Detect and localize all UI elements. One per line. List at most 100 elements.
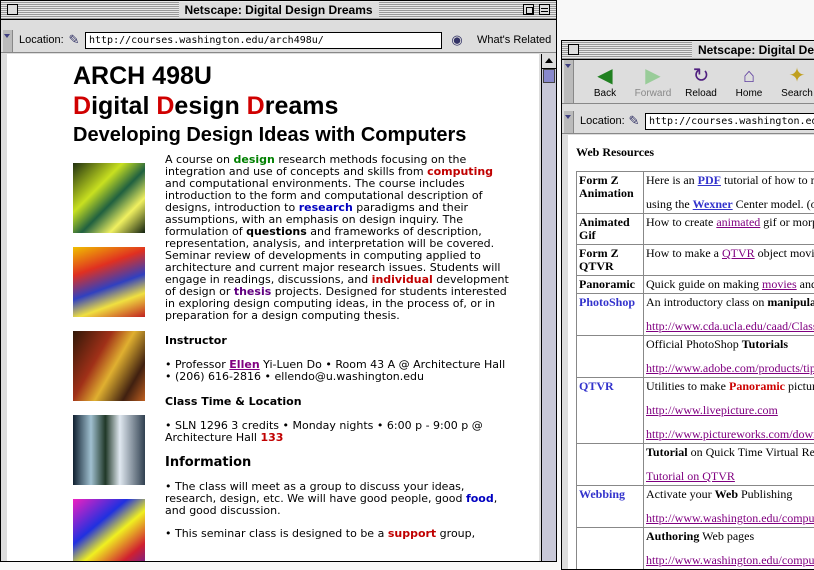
forward-arrow-icon: ▶ <box>628 64 678 88</box>
collapse-toolbar-tab[interactable] <box>3 30 13 52</box>
resource-line: http://www.livepicture.com <box>646 404 814 417</box>
text-link[interactable]: animated <box>716 215 760 229</box>
url-field[interactable]: http://courses.washington.edu/arch <box>645 113 814 130</box>
reload-button[interactable]: ↻Reload <box>676 64 726 99</box>
information-heading: Information <box>165 455 515 470</box>
resource-category: Panoramic <box>577 276 644 294</box>
text-run: Publishing <box>738 487 792 501</box>
page-content: Web Resources Form Z AnimationHere is an… <box>568 135 814 570</box>
resource-category: Webbing <box>577 486 644 528</box>
text-run: Center model. (or <box>733 197 814 211</box>
navigation-toolbar: ◀Back▶Forward↻Reload⌂Home✦Search <box>562 60 814 104</box>
resource-description: An introductory class on manipulahttp://… <box>644 294 814 336</box>
text-run: and <box>797 277 814 291</box>
table-row: WebbingActivate your Web Publishinghttp:… <box>577 486 814 528</box>
resource-description: Tutorial on Quick Time Virtual ReTutoria… <box>644 444 814 486</box>
text-run: Quick guide on making <box>646 277 762 291</box>
table-row: Form Z AnimationHere is an PDF tutorial … <box>577 172 814 214</box>
text-run: How to create <box>646 215 716 229</box>
page-proxy-icon[interactable]: ✎ <box>66 32 82 48</box>
text-run: manipula <box>767 295 814 309</box>
course-subtitle: Developing Design Ideas with Computers <box>73 124 466 147</box>
text-run: • This seminar class is designed to be a <box>165 527 388 540</box>
resource-category <box>577 528 644 570</box>
resource-line: using the Wexner Center model. (or <box>646 198 814 211</box>
table-row: PhotoShopAn introductory class on manipu… <box>577 294 814 336</box>
window-title: Netscape: Digital De <box>692 42 814 58</box>
text-link[interactable]: http://www.washington.edu/computi <box>646 511 814 525</box>
back-button[interactable]: ◀Back <box>580 64 630 99</box>
resource-line: http://www.washington.edu/computi <box>646 512 814 525</box>
resource-line: How to create animated gif or morph <box>646 216 814 229</box>
text-link[interactable]: Tutorial on QTVR <box>646 469 735 483</box>
text-link[interactable]: http://www.washington.edu/computi <box>646 553 814 567</box>
text-run: • SLN 1296 3 credits • Monday nights • 6… <box>165 419 483 444</box>
resource-description: Activate your Web Publishinghttp://www.w… <box>644 486 814 528</box>
home-button[interactable]: ⌂Home <box>724 64 774 99</box>
page-proxy-icon[interactable]: ✎ <box>626 113 642 129</box>
close-box[interactable] <box>7 4 18 15</box>
instructor-heading: Instructor <box>165 334 515 347</box>
url-field[interactable]: http://courses.washington.edu/arch498u/ <box>85 32 442 49</box>
web-resources-heading: Web Resources <box>576 145 654 160</box>
table-row: Form Z QTVRHow to make a QTVR object mov… <box>577 245 814 276</box>
text-link[interactable]: http://www.adobe.com/products/tips/ <box>646 361 814 375</box>
text-link[interactable]: http://www.cda.ucla.edu/caad/Class <box>646 319 814 333</box>
table-row: QTVRUtilities to make Panoramic pictureh… <box>577 378 814 444</box>
title-bar[interactable]: Netscape: Digital De <box>562 41 814 60</box>
design-image-2 <box>73 247 145 317</box>
resource-category: QTVR <box>577 378 644 444</box>
title-bar[interactable]: Netscape: Digital Design Dreams <box>1 1 556 20</box>
close-box[interactable] <box>568 44 579 55</box>
forward-button[interactable]: ▶Forward <box>628 64 678 99</box>
text-link[interactable]: Wexner <box>693 197 733 211</box>
text-link[interactable]: PDF <box>698 173 721 187</box>
vertical-scrollbar[interactable] <box>541 54 556 561</box>
text-run: • The class will meet as a group to disc… <box>165 480 466 505</box>
text-run: Tutorials <box>742 337 788 351</box>
resources-table: Form Z AnimationHere is an PDF tutorial … <box>576 171 814 570</box>
text-run: Panoramic <box>729 379 785 393</box>
text-run: Authoring <box>646 529 699 543</box>
home-icon: ⌂ <box>724 64 774 88</box>
location-label: Location: <box>19 34 64 46</box>
collapse-toolbar-tab[interactable] <box>564 111 574 133</box>
window-title: Netscape: Digital Design Dreams <box>178 2 378 18</box>
resource-line: How to make a QTVR object movie <box>646 247 814 260</box>
scroll-thumb[interactable] <box>543 69 555 83</box>
table-row: PanoramicQuick guide on making movies an… <box>577 276 814 294</box>
toolbar-label: Reload <box>685 88 717 99</box>
text-link[interactable]: QTVR <box>722 246 755 260</box>
scroll-up-arrow[interactable] <box>542 54 556 69</box>
resource-line: Official PhotoShop Tutorials <box>646 338 814 351</box>
resource-description: Quick guide on making movies and <box>644 276 814 294</box>
whats-related-button[interactable]: What's Related <box>477 34 551 46</box>
resource-category: Form Z QTVR <box>577 245 644 276</box>
text-link[interactable]: http://www.pictureworks.com/downl <box>646 427 814 441</box>
resource-line: Here is an PDF tutorial of how to m <box>646 174 814 187</box>
resource-description: Here is an PDF tutorial of how to m using… <box>644 172 814 214</box>
location-bar: Location: ✎ http://courses.washington.ed… <box>1 30 556 53</box>
left-browser-window: Netscape: Digital Design Dreams Location… <box>0 0 557 562</box>
resource-category: Animated Gif <box>577 214 644 245</box>
course-code: ARCH 498U <box>73 62 212 91</box>
resource-description: Official PhotoShop Tutorials http://www.a… <box>644 336 814 378</box>
resource-line: http://www.washington.edu/computi <box>646 554 814 567</box>
zoom-box[interactable] <box>523 4 534 15</box>
information-item: • The class will meet as a group to disc… <box>165 481 515 517</box>
whats-related-icon[interactable]: ◉ <box>449 32 465 48</box>
table-row: Official PhotoShop Tutorials http://www.a… <box>577 336 814 378</box>
collapse-box[interactable] <box>539 4 550 15</box>
text-run: Here is an <box>646 173 698 187</box>
search-button[interactable]: ✦Search <box>772 64 814 99</box>
resource-description: How to create animated gif or morph <box>644 214 814 245</box>
text-run: on Quick Time Virtual Re <box>688 445 814 459</box>
text-run: food <box>466 492 494 505</box>
page-content: ARCH 498U Digital Design Dreams Developi… <box>7 54 539 562</box>
text-link[interactable]: http://www.livepicture.com <box>646 403 778 417</box>
text-run: support <box>388 527 436 540</box>
table-row: Tutorial on Quick Time Virtual ReTutoria… <box>577 444 814 486</box>
text-link[interactable]: movies <box>762 277 797 291</box>
resource-line: http://www.cda.ucla.edu/caad/Class <box>646 320 814 333</box>
search-icon: ✦ <box>772 64 814 88</box>
